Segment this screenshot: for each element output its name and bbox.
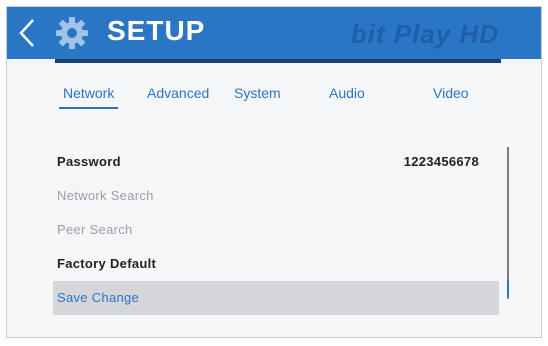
brand-logo: bit Play HD	[350, 19, 499, 49]
row-save-change[interactable]: Save Change	[53, 281, 499, 315]
row-label: Factory Default	[57, 256, 157, 271]
row-factory-default[interactable]: Factory Default	[53, 247, 499, 281]
row-label: Password	[57, 154, 121, 169]
row-password[interactable]: Password 1223456678	[53, 145, 499, 179]
header-divider	[55, 59, 501, 63]
tab-bar: Network Advanced System Audio Video	[7, 85, 541, 115]
tab-system[interactable]: System	[234, 85, 281, 101]
setup-window: SETUP bit Play HD Network Advanced Syste…	[6, 6, 542, 338]
header-bar: SETUP bit Play HD	[7, 7, 541, 59]
row-label: Peer Search	[57, 222, 133, 237]
gear-icon	[56, 17, 88, 49]
row-label: Network Search	[57, 188, 154, 203]
settings-list: Password 1223456678 Network Search Peer …	[53, 145, 499, 315]
tab-video[interactable]: Video	[433, 85, 469, 101]
scrollbar-track[interactable]	[507, 147, 509, 299]
scrollbar-thumb[interactable]	[507, 279, 509, 297]
tab-audio[interactable]: Audio	[329, 85, 365, 101]
chevron-left-icon[interactable]	[17, 17, 37, 49]
tab-network[interactable]: Network	[58, 85, 119, 109]
row-label: Save Change	[57, 290, 140, 305]
tab-advanced[interactable]: Advanced	[147, 85, 209, 101]
page-title: SETUP	[107, 15, 206, 46]
row-peer-search[interactable]: Peer Search	[53, 213, 499, 247]
row-network-search[interactable]: Network Search	[53, 179, 499, 213]
password-value: 1223456678	[403, 154, 479, 169]
